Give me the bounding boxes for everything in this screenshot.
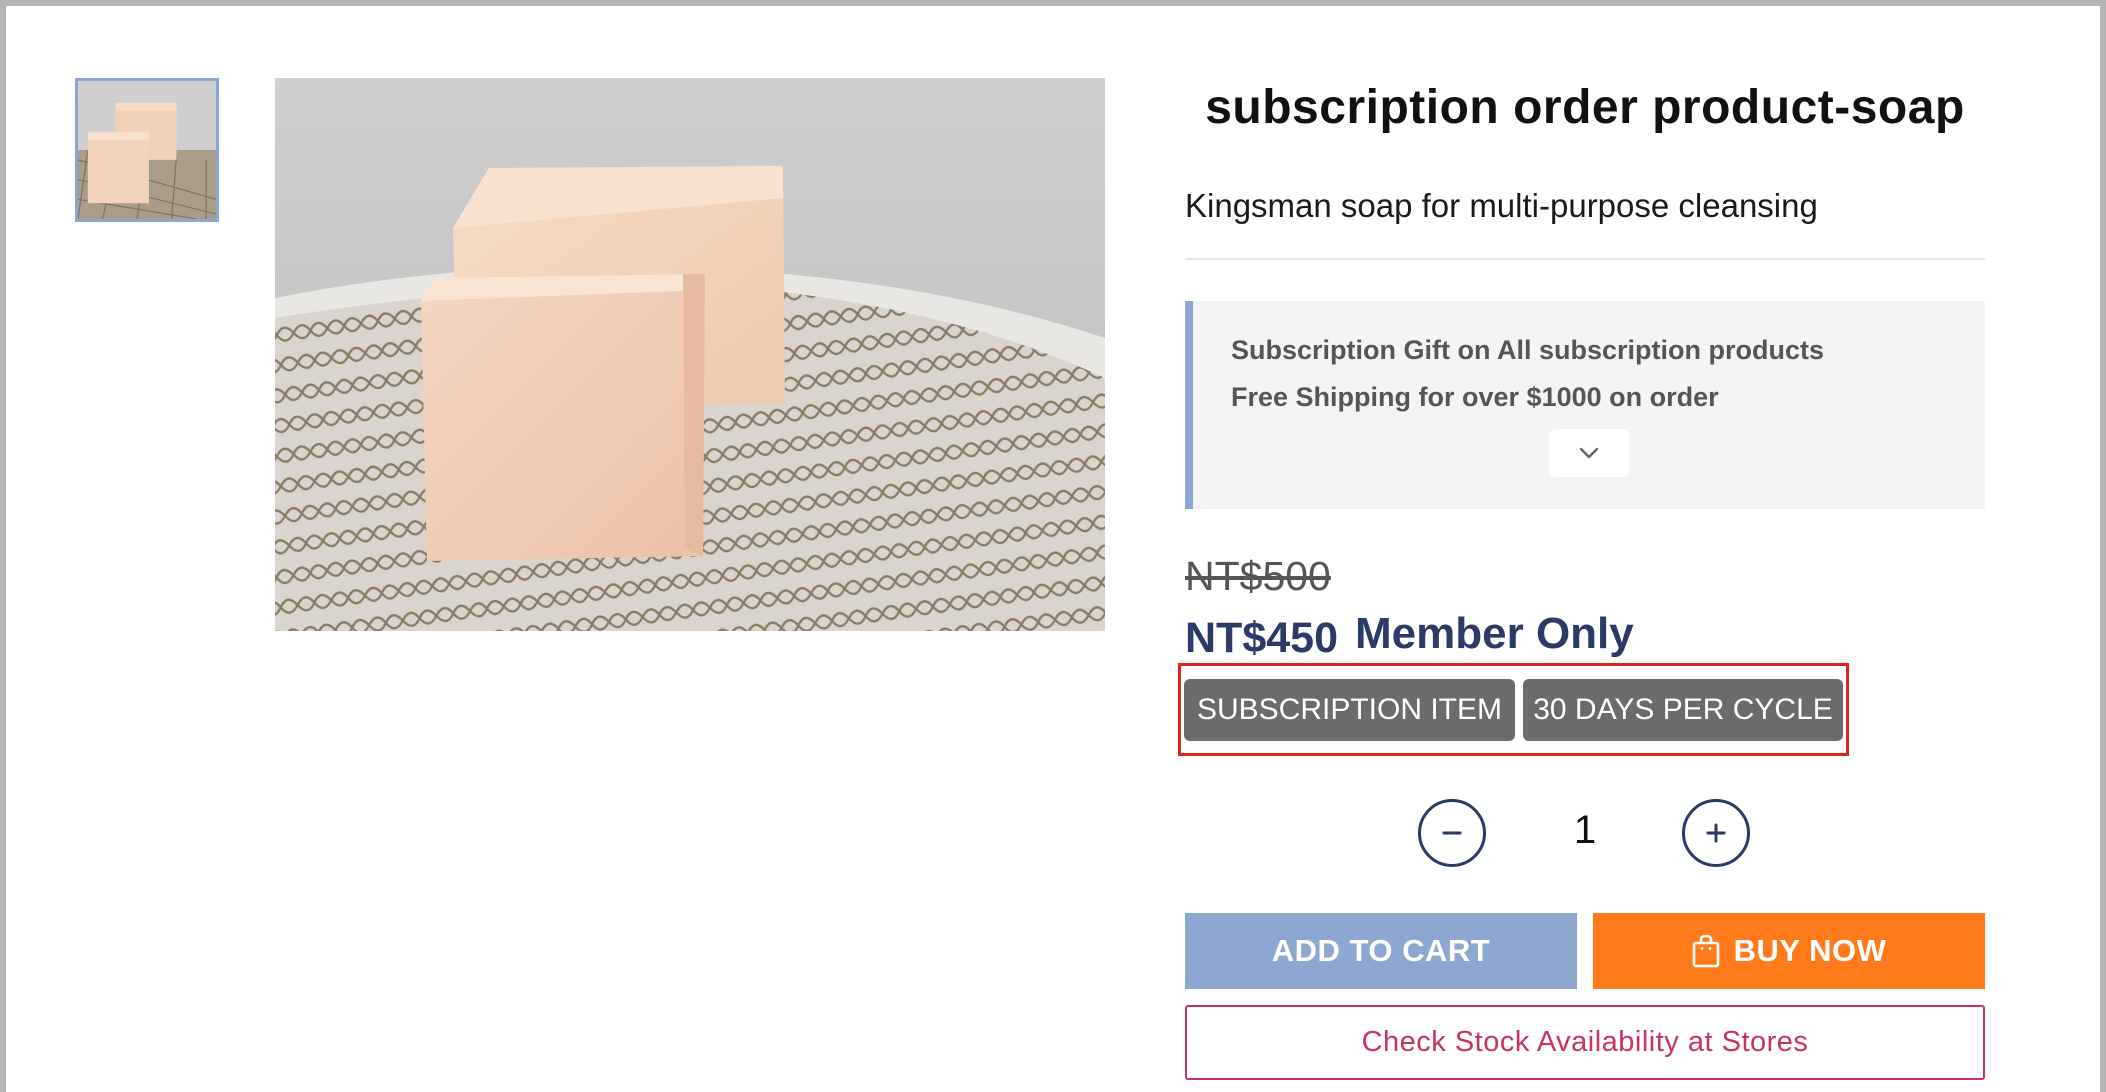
product-title: subscription order product-soap xyxy=(1205,81,1965,134)
buy-now-label: BUY NOW xyxy=(1733,933,1887,968)
subscription-item-tag: SUBSCRIPTION ITEM xyxy=(1184,679,1515,741)
product-subtitle: Kingsman soap for multi-purpose cleansin… xyxy=(1185,187,1818,224)
divider xyxy=(1185,258,1985,260)
add-to-cart-label: ADD TO CART xyxy=(1271,933,1491,968)
plus-icon xyxy=(1706,823,1726,843)
soap-thumbnail-image xyxy=(78,81,216,219)
minus-icon xyxy=(1442,831,1462,835)
promotions-panel: Subscription Gift on All subscription pr… xyxy=(1185,301,1985,509)
add-to-cart-button[interactable]: ADD TO CART xyxy=(1185,913,1577,989)
shopping-bag-icon xyxy=(1692,934,1719,968)
original-price: NT$500 xyxy=(1185,553,1331,599)
soap-main-image xyxy=(275,78,1105,631)
promotion-line: Free Shipping for over $1000 on order xyxy=(1231,382,1719,412)
quantity-decrease-button[interactable] xyxy=(1418,799,1486,867)
quantity-increase-button[interactable] xyxy=(1682,799,1750,867)
cycle-tag: 30 DAYS PER CYCLE xyxy=(1523,679,1843,741)
promotions-expand-button[interactable] xyxy=(1549,429,1629,477)
member-only-label: Member Only xyxy=(1355,609,1634,658)
promotion-line: Subscription Gift on All subscription pr… xyxy=(1231,335,1824,365)
quantity-value[interactable]: 1 xyxy=(1535,808,1635,853)
check-stock-label: Check Stock Availability at Stores xyxy=(1361,1026,1809,1058)
check-stock-button[interactable]: Check Stock Availability at Stores xyxy=(1185,1005,1985,1080)
buy-now-button[interactable]: BUY NOW xyxy=(1593,913,1985,989)
chevron-down-icon xyxy=(1579,447,1599,459)
member-price: NT$450 xyxy=(1185,614,1338,662)
product-thumbnail[interactable] xyxy=(75,78,219,222)
product-main-image[interactable] xyxy=(275,78,1105,631)
